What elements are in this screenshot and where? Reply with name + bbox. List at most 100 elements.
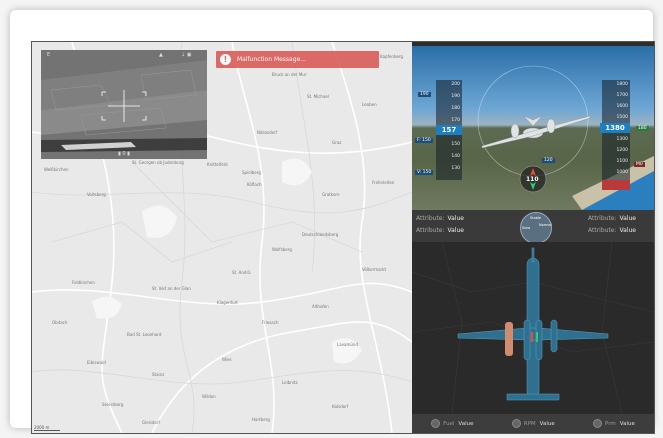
- map-place-label: Bad St. Leonhard: [127, 332, 162, 337]
- map-place-label: Spielberg: [242, 170, 261, 175]
- alert-icon: !: [220, 54, 231, 65]
- map-place-label: St. Veit an der Glan: [152, 286, 191, 291]
- airspeed-tick: 180: [451, 106, 460, 111]
- map-place-label: Bruck an der Mur: [272, 72, 307, 77]
- map-place-label: Klagenfurt: [217, 300, 238, 305]
- airspeed-tick: 170: [451, 118, 460, 123]
- aircraft-diagram: [412, 242, 654, 414]
- map-place-label: Kapfenberg: [380, 54, 404, 59]
- camera-hud-left: E: [47, 52, 51, 58]
- attribute-label: Attribute:: [588, 215, 617, 222]
- stat-value: Value: [458, 420, 474, 427]
- altitude-tick: 1300: [616, 137, 628, 142]
- stat-prm: Prm Value: [593, 419, 635, 428]
- window-frame: Kapfenberg Bruck an der Mur St. Michael …: [10, 10, 655, 434]
- map-view[interactable]: Kapfenberg Bruck an der Mur St. Michael …: [32, 42, 412, 433]
- stat-fuel: Fuel Value: [431, 419, 474, 428]
- mode-dial-normal: Normal: [539, 223, 552, 227]
- map-place-label: Niklasdorf: [257, 130, 278, 135]
- map-place-label: St. Michael: [307, 94, 329, 99]
- altitude-tick: 1200: [616, 148, 628, 153]
- gauge-icon: [511, 419, 521, 428]
- stat-label: Fuel: [443, 420, 455, 427]
- map-place-label: Kalsdorf: [332, 404, 349, 409]
- map-place-label: Weißkirchen: [44, 167, 69, 172]
- map-place-label: Deutschlandsberg: [302, 232, 339, 237]
- attribute-value: Value: [447, 215, 464, 222]
- flight-panel: 200 190 180 170 160 150 140 130 157 190 …: [412, 42, 654, 433]
- attribute-value: Value: [619, 227, 636, 234]
- altitude-tape: 1800 1700 1600 1500 1400 1300 1200 1100 …: [602, 80, 630, 190]
- map-place-label: Eibiswald: [87, 360, 106, 365]
- map-scale: 2000 m: [34, 425, 60, 431]
- altitude-readout: 1380: [600, 123, 630, 133]
- map-place-label: Frohnleiten: [372, 180, 395, 185]
- altitude-bug-bottom: M0: [634, 162, 645, 167]
- attribute-left-1: Attribute: Value: [416, 215, 464, 222]
- attribute-label: Attribute:: [416, 227, 445, 234]
- airspeed-tick: 140: [451, 154, 460, 159]
- map-place-label: Hartberg: [252, 417, 270, 422]
- camera-feed[interactable]: E ▲ ⇣ ▣ ▮ 0 ▮: [41, 50, 207, 159]
- map-place-label: Lavamünd: [337, 342, 359, 347]
- mode-dial-slow: Slow: [522, 226, 531, 230]
- map-place-label: Stainz: [152, 372, 165, 377]
- airspeed-bug-bottom: V: 150: [415, 170, 434, 175]
- engine-stats-bar: Fuel Value RPM Value Prm Value: [412, 414, 654, 433]
- map-place-label: Wolfsberg: [272, 247, 292, 252]
- map-place-label: Knittelfeld: [207, 162, 228, 167]
- map-place-label: Wildon: [202, 394, 216, 399]
- airspeed-tick: 200: [451, 82, 460, 87]
- attribute-label: Attribute:: [416, 215, 445, 222]
- attribute-value: Value: [447, 227, 464, 234]
- heading-bug: 120: [542, 158, 555, 163]
- malfunction-banner[interactable]: ! Malfunction Message...: [216, 51, 379, 68]
- map-place-label: St. Georgen ob Judenburg: [132, 160, 184, 165]
- altitude-tick: 1800: [616, 82, 628, 87]
- altitude-bug-top: 180: [636, 126, 649, 131]
- map-place-label: Völkermarkt: [362, 267, 387, 272]
- stat-value: Value: [539, 420, 555, 427]
- map-place-label: Voitsberg: [87, 192, 106, 197]
- attribute-right-1: Attribute: Value: [588, 215, 636, 222]
- camera-image: [41, 50, 207, 159]
- camera-hud-bottom: ▮ 0 ▮: [118, 151, 130, 157]
- altitude-tick: 1500: [616, 115, 628, 120]
- altitude-tick: 1600: [616, 104, 628, 109]
- map-place-label: Obdach: [52, 320, 68, 325]
- airspeed-tick: 130: [451, 166, 460, 171]
- airspeed-bug-top: 190: [418, 92, 431, 97]
- primary-flight-display: 200 190 180 170 160 150 140 130 157 190 …: [412, 46, 654, 210]
- heading-readout: 110: [526, 176, 539, 183]
- map-place-label: Leibnitz: [282, 380, 298, 385]
- attribute-right-2: Attribute: Value: [588, 227, 636, 234]
- app-screen: Kapfenberg Bruck an der Mur St. Michael …: [31, 41, 655, 434]
- mode-dial[interactable]: Slow Stable Normal: [520, 212, 552, 244]
- altitude-tick: 1000: [616, 170, 628, 175]
- altitude-tick: 1700: [616, 93, 628, 98]
- airspeed-bug-mid: F: 150: [415, 138, 433, 143]
- map-place-label: Feldkirchen: [72, 280, 95, 285]
- map-place-label: St. Andrä: [232, 270, 251, 275]
- map-place-label: Seiersberg: [102, 402, 124, 407]
- attribute-value: Value: [619, 215, 636, 222]
- airspeed-tick: 190: [451, 94, 460, 99]
- camera-hud-right: ⇣ ▣: [181, 52, 192, 58]
- stat-label: RPM: [523, 420, 536, 427]
- airspeed-readout: 157: [436, 125, 462, 135]
- gauge-icon: [431, 419, 441, 428]
- mode-dial-stable: Stable: [530, 216, 542, 220]
- map-place-label: Gleisdorf: [142, 420, 160, 425]
- map-place-label: Althofen: [312, 304, 329, 309]
- camera-hud-top: E ▲ ⇣ ▣: [41, 50, 207, 60]
- map-place-label: Köflach: [247, 182, 262, 187]
- altitude-tick: 1100: [616, 159, 628, 164]
- camera-hud-center: ▲: [159, 52, 163, 58]
- stat-rpm: RPM Value: [511, 419, 555, 428]
- airspeed-tick: 150: [451, 142, 460, 147]
- stat-label: Prm: [605, 420, 616, 427]
- map-place-label: Graz: [332, 140, 342, 145]
- gauge-icon: [593, 419, 602, 428]
- map-place-label: Gratkorn: [322, 192, 340, 197]
- attribute-label: Attribute:: [588, 227, 617, 234]
